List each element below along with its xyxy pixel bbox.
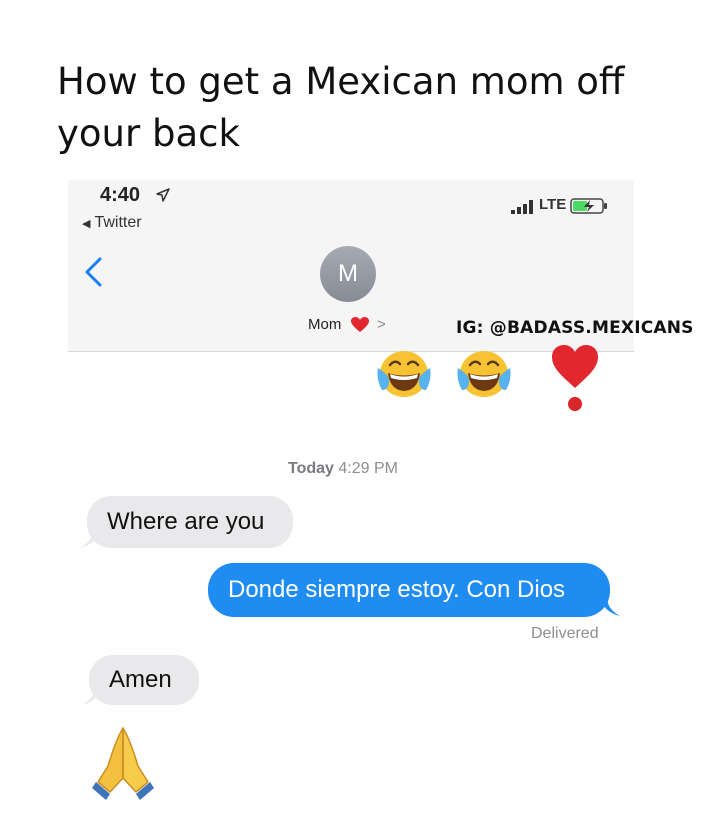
- folded-hands-emoji: [92, 727, 154, 800]
- instagram-watermark: IG: @BADASS.MEXICANS: [456, 318, 694, 338]
- timestamp-day: Today: [288, 460, 334, 477]
- back-triangle-icon: ◀: [82, 218, 91, 230]
- message-bubble-outgoing[interactable]: Donde siempre estoy. Con Dios: [208, 563, 610, 617]
- contact-details-chevron-icon[interactable]: >: [377, 316, 386, 333]
- back-chevron-icon[interactable]: [82, 256, 106, 288]
- face-with-tears-of-joy-emoji: [377, 351, 431, 397]
- meme-page: How to get a Mexican mom off your back 4…: [0, 0, 720, 817]
- bubble-tail: [80, 530, 100, 548]
- back-app-label: Twitter: [94, 214, 142, 231]
- heavy-heart-exclamation-emoji: [552, 345, 598, 411]
- message-text: Amen: [109, 666, 172, 693]
- heart-icon: [351, 317, 369, 332]
- status-time: 4:40: [100, 184, 141, 206]
- message-bubble-incoming[interactable]: Where are you: [87, 496, 293, 548]
- timestamp-time: 4:29 PM: [338, 460, 398, 477]
- bubble-tail: [82, 687, 102, 705]
- message-text: Donde siempre estoy. Con Dios: [228, 576, 566, 603]
- signal-bars-icon: [511, 200, 533, 214]
- meme-caption: How to get a Mexican mom off your back: [57, 60, 625, 155]
- face-with-tears-of-joy-emoji: [457, 351, 511, 397]
- message-bubble-incoming[interactable]: Amen: [89, 655, 199, 705]
- battery-charging-icon: [570, 198, 607, 214]
- bubble-tail: [600, 598, 620, 616]
- message-timestamp: Today 4:29 PM: [288, 460, 398, 478]
- contact-name[interactable]: Mom: [308, 316, 341, 333]
- contact-avatar[interactable]: M: [320, 246, 376, 302]
- back-to-app-link[interactable]: ◀ Twitter: [82, 214, 142, 232]
- network-label: LTE: [539, 196, 567, 213]
- message-text: Where are you: [107, 508, 265, 535]
- delivered-status: Delivered: [531, 625, 599, 642]
- location-arrow-icon: [156, 188, 170, 202]
